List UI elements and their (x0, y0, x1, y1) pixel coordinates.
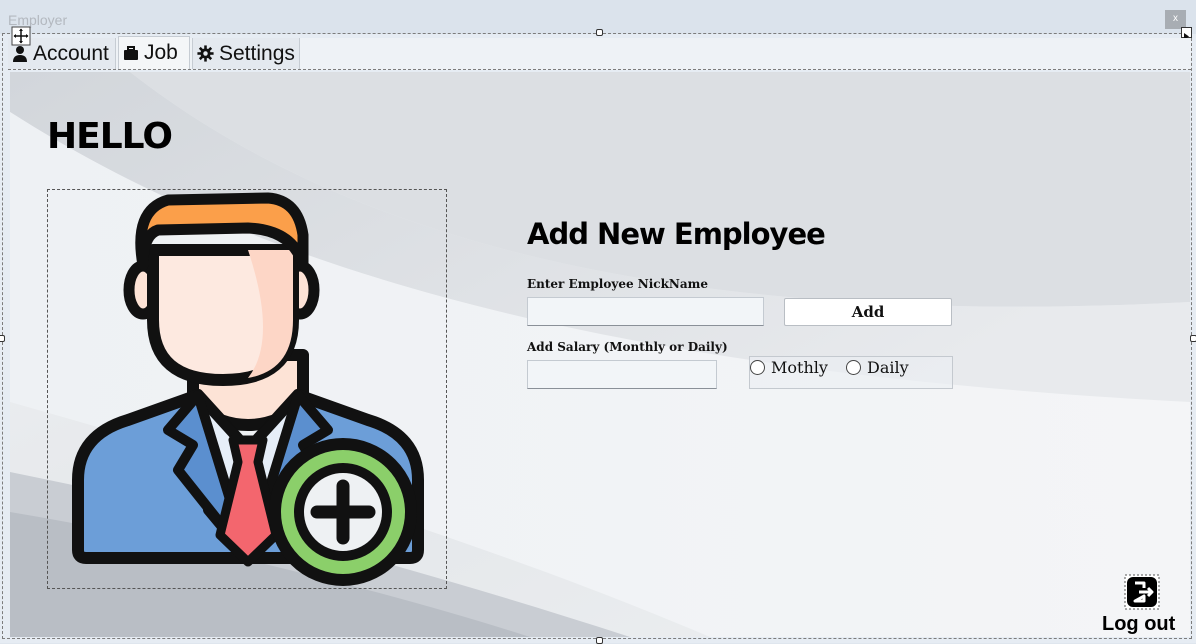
radio-daily[interactable]: Daily (846, 358, 909, 377)
tab-settings-label: Settings (219, 41, 295, 65)
add-employee-icon (72, 192, 424, 586)
radio-daily-circle[interactable] (846, 360, 861, 375)
logout-icon[interactable] (1124, 574, 1160, 610)
user-icon (13, 45, 27, 62)
nickname-input[interactable] (527, 297, 764, 326)
radio-daily-label: Daily (867, 358, 909, 377)
nickname-label: Enter Employee NickName (527, 277, 708, 291)
salary-period-group: Mothly Daily (749, 356, 953, 389)
tab-job[interactable]: Job (118, 36, 190, 69)
resize-handle-left[interactable] (0, 335, 5, 342)
radio-monthly-label: Mothly (771, 358, 828, 377)
smart-tag-arrow-icon[interactable] (1181, 27, 1192, 40)
tab-settings[interactable]: Settings (192, 38, 300, 69)
form-title: Add New Employee (527, 217, 826, 251)
salary-label: Add Salary (Monthly or Daily) (527, 340, 728, 354)
move-icon[interactable] (11, 26, 31, 46)
employer-window: Employer x Account Job Settings HELLO Ad… (0, 0, 1196, 644)
radio-monthly-circle[interactable] (750, 360, 765, 375)
salary-input[interactable] (527, 360, 717, 389)
resize-handle-top[interactable] (596, 29, 603, 36)
gear-icon (197, 45, 214, 62)
radio-monthly[interactable]: Mothly (750, 358, 828, 377)
add-button[interactable]: Add (784, 298, 952, 326)
tab-strip: Account Job Settings (8, 36, 1191, 70)
resize-handle-right[interactable] (1190, 335, 1196, 342)
tab-job-label: Job (144, 41, 178, 64)
logout-label[interactable]: Log out (1102, 613, 1175, 636)
job-tab-page: HELLO Add New Employee Enter Employee Ni… (10, 72, 1190, 637)
tab-account-label: Account (33, 41, 109, 65)
avatar-picture-box (47, 189, 447, 589)
briefcase-icon (124, 45, 138, 60)
greeting-heading: HELLO (47, 116, 173, 157)
